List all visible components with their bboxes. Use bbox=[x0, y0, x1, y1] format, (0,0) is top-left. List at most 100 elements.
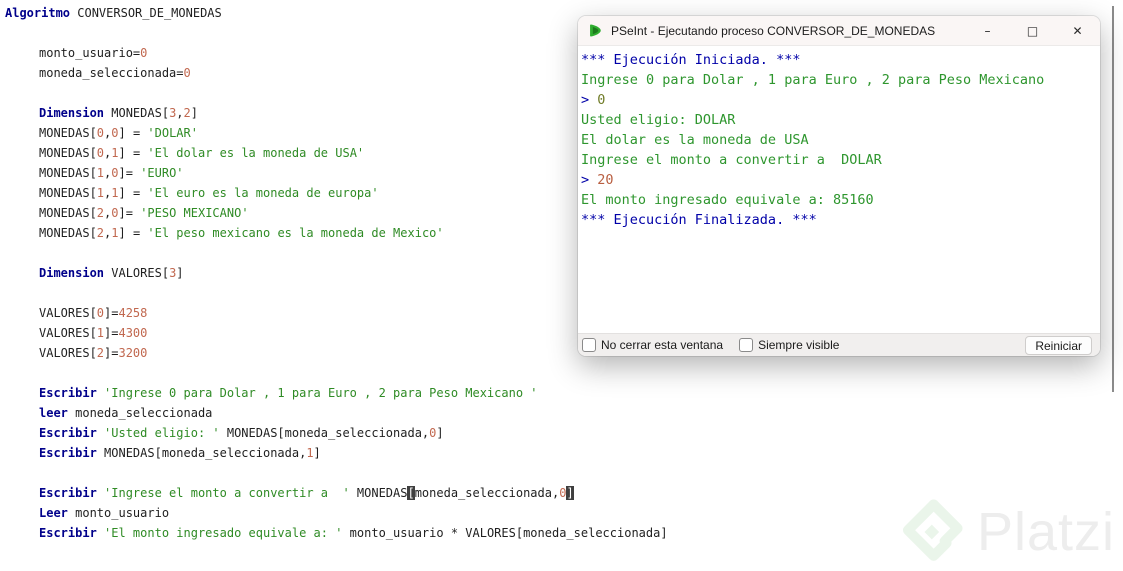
code-line: VALORES[0]=4258 bbox=[5, 303, 575, 323]
console-segment: 20 bbox=[597, 172, 614, 188]
code-segment: 0 bbox=[96, 306, 105, 320]
code-segment: MONEDAS[ bbox=[39, 166, 97, 180]
code-line: MONEDAS[1,1] = 'El euro es la moneda de … bbox=[5, 183, 575, 203]
console-line: > 20 bbox=[581, 170, 1097, 190]
code-segment: 'El dolar es la moneda de USA' bbox=[147, 146, 365, 160]
code-segment: ] = bbox=[118, 226, 148, 240]
code-segment: 1 bbox=[111, 146, 119, 160]
code-segment: 'Usted eligio: ' bbox=[104, 426, 220, 440]
code-line: monto_usuario=0 bbox=[5, 43, 575, 63]
code-editor[interactable]: Algoritmo CONVERSOR_DE_MONEDAS monto_usu… bbox=[5, 3, 668, 543]
code-segment: MONEDAS[ bbox=[39, 146, 97, 160]
window-title: PSeInt - Ejecutando proceso CONVERSOR_DE… bbox=[611, 23, 936, 38]
editor-scrollbar[interactable] bbox=[1112, 6, 1114, 392]
code-segment: moneda_seleccionada, bbox=[414, 486, 560, 500]
code-segment: MONEDAS[moneda_seleccionada, bbox=[96, 446, 307, 460]
minimize-icon: – bbox=[984, 23, 991, 38]
code-line: Leer monto_usuario bbox=[5, 503, 575, 523]
code-segment: ] bbox=[313, 446, 321, 460]
code-segment: 'PESO MEXICANO' bbox=[140, 206, 249, 220]
code-segment: 1 bbox=[111, 186, 119, 200]
checkbox-label: No cerrar esta ventana bbox=[601, 338, 724, 352]
code-segment: 0 bbox=[111, 166, 119, 180]
platzi-watermark: Platzi bbox=[897, 497, 1115, 567]
close-button[interactable]: ✕ bbox=[1055, 16, 1100, 45]
console-line: Ingrese el monto a convertir a DOLAR bbox=[581, 150, 1097, 170]
code-segment: 2 bbox=[96, 206, 105, 220]
code-segment: moneda_seleccionada bbox=[67, 406, 213, 420]
code-segment: , bbox=[176, 106, 184, 120]
code-segment: Escribir bbox=[39, 526, 97, 540]
code-segment: ] = bbox=[118, 126, 148, 140]
code-line: Escribir MONEDAS[moneda_seleccionada,1] bbox=[5, 443, 575, 463]
code-line: Escribir 'Usted eligio: ' MONEDAS[moneda… bbox=[5, 423, 575, 443]
code-segment: 'El monto ingresado equivale a: ' bbox=[104, 526, 343, 540]
code-segment: 4300 bbox=[118, 326, 148, 340]
checkbox-siempre-visible[interactable]: Siempre visible bbox=[739, 338, 839, 352]
console-output[interactable]: *** Ejecución Iniciada. *** Ingrese 0 par… bbox=[578, 46, 1100, 333]
console-line: El dolar es la moneda de USA bbox=[581, 130, 1097, 150]
code-segment: 'Ingrese 0 para Dolar , 1 para Euro , 2 … bbox=[104, 386, 538, 400]
code-segment: ] bbox=[436, 426, 444, 440]
code-segment: 'El euro es la moneda de europa' bbox=[147, 186, 379, 200]
console-segment: El monto ingresado equivale a: 85160 bbox=[581, 192, 874, 208]
code-segment: Escribir bbox=[39, 486, 97, 500]
code-line: moneda_seleccionada=0 bbox=[5, 63, 575, 83]
code-segment: 2 bbox=[96, 346, 105, 360]
console-line: Ingrese 0 para Dolar , 1 para Euro , 2 p… bbox=[581, 70, 1097, 90]
code-segment: MONEDAS[ bbox=[39, 126, 97, 140]
code-segment: monto_usuario * VALORES[moneda_seleccion… bbox=[342, 526, 668, 540]
code-segment: 1 bbox=[111, 226, 119, 240]
code-segment: MONEDAS bbox=[349, 486, 408, 500]
code-segment: VALORES[ bbox=[39, 346, 97, 360]
close-icon: ✕ bbox=[1072, 23, 1083, 38]
console-line: *** Ejecución Finalizada. *** bbox=[581, 210, 1097, 230]
checkbox-no-cerrar-esta-ventana[interactable]: No cerrar esta ventana bbox=[582, 338, 723, 352]
console-line: Usted eligio: DOLAR bbox=[581, 110, 1097, 130]
code-segment: MONEDAS[moneda_seleccionada, bbox=[219, 426, 430, 440]
code-segment: 0 bbox=[96, 146, 105, 160]
code-segment: Leer bbox=[39, 506, 68, 520]
code-segment: MONEDAS[ bbox=[104, 106, 170, 120]
console-segment: *** Ejecución Finalizada. *** bbox=[581, 212, 817, 228]
console-segment: > bbox=[581, 172, 598, 188]
code-segment: [ bbox=[407, 486, 415, 500]
console-segment: 0 bbox=[597, 92, 606, 108]
code-segment: Escribir bbox=[39, 426, 97, 440]
code-segment: monto_usuario= bbox=[39, 46, 141, 60]
maximize-button[interactable]: □ bbox=[1010, 16, 1055, 45]
code-line: Escribir 'El monto ingresado equivale a:… bbox=[5, 523, 668, 543]
checkbox-label: Siempre visible bbox=[758, 338, 840, 352]
code-segment: 'EURO' bbox=[140, 166, 184, 180]
console-segment: Usted eligio: DOLAR bbox=[581, 112, 736, 128]
code-segment: 1 bbox=[96, 326, 105, 340]
code-segment: Escribir bbox=[39, 446, 97, 460]
code-segment: VALORES[ bbox=[39, 326, 97, 340]
code-segment: MONEDAS[ bbox=[39, 186, 97, 200]
checkbox-icon bbox=[739, 338, 754, 352]
code-segment: ] bbox=[176, 266, 184, 280]
code-segment: 0 bbox=[96, 126, 105, 140]
pseint-logo-icon bbox=[590, 24, 601, 37]
console-titlebar[interactable]: PSeInt - Ejecutando proceso CONVERSOR_DE… bbox=[578, 16, 1100, 46]
code-line: MONEDAS[1,0]= 'EURO' bbox=[5, 163, 575, 183]
reiniciar-button[interactable]: Reiniciar bbox=[1025, 335, 1092, 355]
code-line: Dimension MONEDAS[3,2] bbox=[5, 103, 575, 123]
platzi-watermark-text: Platzi bbox=[976, 502, 1115, 562]
console-segment: > bbox=[581, 92, 598, 108]
minimize-button[interactable]: – bbox=[965, 16, 1010, 45]
code-segment: ] bbox=[190, 106, 198, 120]
code-line: VALORES[2]=3200 bbox=[5, 343, 575, 363]
code-segment: 0 bbox=[111, 126, 119, 140]
code-segment: 'DOLAR' bbox=[147, 126, 198, 140]
code-segment: 0 bbox=[111, 206, 119, 220]
console-segment: El dolar es la moneda de USA bbox=[581, 132, 809, 148]
code-segment: ]= bbox=[118, 206, 141, 220]
